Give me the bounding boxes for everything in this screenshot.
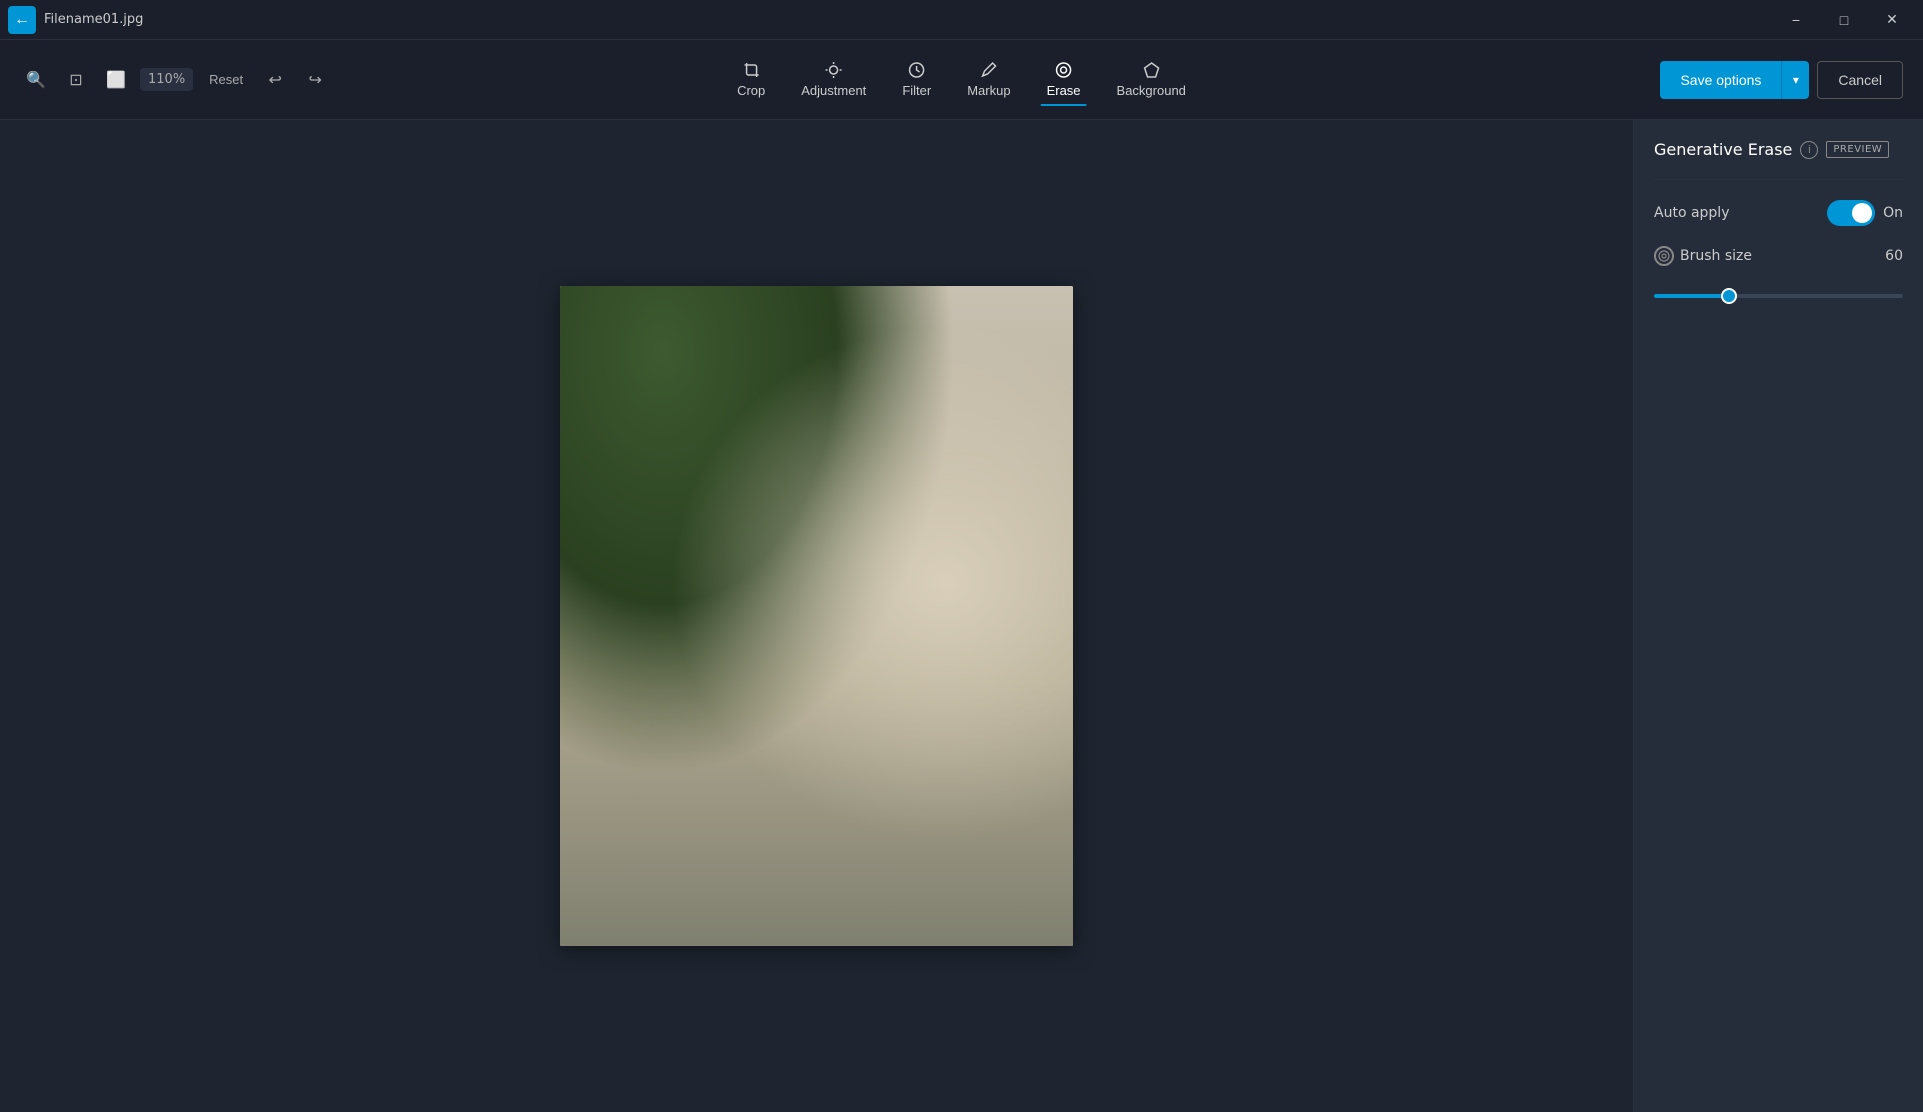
cancel-button[interactable]: Cancel <box>1817 61 1903 99</box>
toolbar-left: 🔍 ⊡ ⬜ 110% Reset ↩ ↪ <box>20 64 331 96</box>
tab-background[interactable]: Background <box>1101 53 1202 106</box>
slider-track <box>1654 294 1903 298</box>
zoom-fit-icon: ⊡ <box>69 70 82 90</box>
slider-thumb[interactable] <box>1721 288 1737 304</box>
photo-svg <box>560 286 1073 946</box>
zoom-actual-button[interactable]: ⬜ <box>100 64 132 96</box>
brush-size-row: Brush size 60 <box>1654 246 1903 266</box>
zoom-out-button[interactable]: 🔍 <box>20 64 52 96</box>
minimize-button[interactable]: − <box>1773 4 1819 36</box>
tab-adjustment[interactable]: Adjustment <box>785 53 882 106</box>
info-icon-label: i <box>1808 143 1811 156</box>
maximize-button[interactable]: □ <box>1821 4 1867 36</box>
preview-badge: PREVIEW <box>1826 141 1889 158</box>
tab-adjustment-label: Adjustment <box>801 83 866 98</box>
reset-button[interactable]: Reset <box>201 68 251 91</box>
photo-image <box>560 286 1073 946</box>
photo-container <box>560 286 1073 946</box>
tab-crop-label: Crop <box>737 83 765 98</box>
panel-title: Generative Erase <box>1654 140 1792 159</box>
save-options-button[interactable]: Save options <box>1660 61 1781 99</box>
adjustment-icon <box>825 61 843 79</box>
dropdown-chevron-icon: ▾ <box>1793 73 1799 87</box>
auto-apply-row: Auto apply On <box>1654 200 1903 226</box>
redo-button[interactable]: ↪ <box>299 64 331 96</box>
redo-icon: ↪ <box>308 70 321 90</box>
toggle-knob <box>1852 203 1872 223</box>
brush-size-slider[interactable] <box>1654 286 1903 306</box>
background-icon <box>1142 61 1160 79</box>
brush-size-value: 60 <box>1885 248 1903 264</box>
erase-icon <box>1055 61 1073 79</box>
brush-size-icon <box>1654 246 1674 266</box>
nav-tabs: Crop Adjustment Filter <box>721 53 1202 106</box>
back-button[interactable]: ← <box>8 6 36 34</box>
tab-filter[interactable]: Filter <box>886 53 947 106</box>
right-panel: Generative Erase i PREVIEW Auto apply On <box>1633 120 1923 1112</box>
canvas-area[interactable] <box>0 120 1633 1112</box>
tab-markup[interactable]: Markup <box>951 53 1026 106</box>
toolbar: 🔍 ⊡ ⬜ 110% Reset ↩ ↪ Crop <box>0 40 1923 120</box>
tab-crop[interactable]: Crop <box>721 53 781 106</box>
undo-button[interactable]: ↩ <box>259 64 291 96</box>
save-dropdown-button[interactable]: ▾ <box>1781 61 1809 99</box>
zoom-level: 110% <box>140 68 193 91</box>
auto-apply-label: Auto apply <box>1654 205 1729 221</box>
filter-icon <box>908 61 926 79</box>
divider-1 <box>1654 179 1903 180</box>
slider-fill <box>1654 294 1729 298</box>
zoom-out-icon: 🔍 <box>26 70 46 90</box>
markup-icon <box>980 61 998 79</box>
back-icon: ← <box>14 11 30 29</box>
tab-background-label: Background <box>1117 83 1186 98</box>
undo-icon: ↩ <box>268 70 281 90</box>
brush-size-label: Brush size <box>1680 248 1752 264</box>
auto-apply-toggle[interactable] <box>1827 200 1875 226</box>
tab-markup-label: Markup <box>967 83 1010 98</box>
crop-icon <box>742 61 760 79</box>
main-area: Generative Erase i PREVIEW Auto apply On <box>0 120 1923 1112</box>
panel-header: Generative Erase i PREVIEW <box>1654 140 1903 159</box>
tab-erase[interactable]: Erase <box>1031 53 1097 106</box>
tab-filter-label: Filter <box>902 83 931 98</box>
toolbar-right: Save options ▾ Cancel <box>1660 61 1903 99</box>
zoom-fit-button[interactable]: ⊡ <box>60 64 92 96</box>
info-icon[interactable]: i <box>1800 141 1818 159</box>
zoom-actual-icon: ⬜ <box>106 70 126 90</box>
title-bar: ← Filename01.jpg − □ ✕ <box>0 0 1923 40</box>
auto-apply-state: On <box>1883 205 1903 221</box>
toggle-group: On <box>1827 200 1903 226</box>
close-button[interactable]: ✕ <box>1869 4 1915 36</box>
window-controls: − □ ✕ <box>1773 4 1915 36</box>
brush-label-group: Brush size <box>1654 246 1752 266</box>
filename-label: Filename01.jpg <box>44 12 143 27</box>
tab-erase-label: Erase <box>1047 83 1081 98</box>
